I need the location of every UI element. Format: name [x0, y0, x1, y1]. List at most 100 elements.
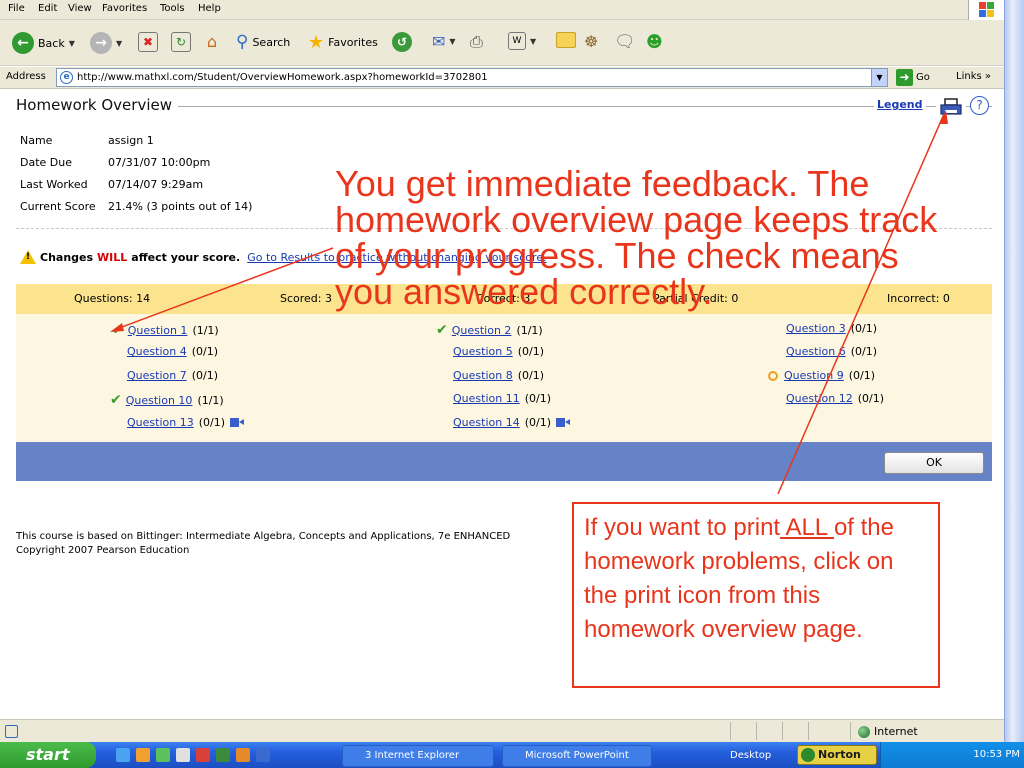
question-score: (0/1): [517, 345, 544, 358]
question-link[interactable]: Question 4: [127, 345, 187, 358]
check-icon: ✔: [110, 392, 122, 408]
warning-prefix: Changes: [40, 250, 94, 264]
callout-text-start: If you want to print: [584, 514, 781, 541]
question-item: Question 13 (0/1): [127, 416, 244, 429]
callout-emphasis: ALL: [780, 514, 834, 541]
discuss-button[interactable]: 🗨: [614, 32, 636, 52]
question-item: Question 11 (0/1): [453, 392, 551, 405]
question-score: (0/1): [524, 392, 551, 405]
question-item: Question 3 (0/1): [786, 322, 877, 335]
clock: 10:53 PM: [973, 749, 1020, 760]
quicklaunch-media-icon[interactable]: [136, 748, 150, 762]
menu-view[interactable]: View: [68, 3, 92, 14]
question-link[interactable]: Question 9: [784, 369, 844, 382]
question-score: (1/1): [516, 323, 543, 337]
taskbar-item-ie[interactable]: 3 Internet Explorer: [342, 745, 494, 767]
chevron-down-icon: ▼: [449, 37, 456, 46]
menu-favorites[interactable]: Favorites: [102, 3, 147, 14]
address-input[interactable]: e http://www.mathxl.com/Student/Overview…: [56, 68, 888, 87]
research-button[interactable]: ☸: [584, 32, 598, 51]
edit-button[interactable]: W ▼: [508, 32, 536, 50]
status-divider: [730, 722, 731, 740]
home-button[interactable]: ⌂: [202, 32, 222, 52]
help-icon[interactable]: ?: [970, 96, 989, 115]
question-link[interactable]: Question 8: [453, 369, 513, 382]
quicklaunch-desktop-icon[interactable]: [176, 748, 190, 762]
forward-button[interactable]: → ▼: [90, 32, 122, 54]
go-button[interactable]: ➜ Go: [896, 69, 930, 86]
chevron-down-icon[interactable]: ▼: [871, 69, 887, 86]
question-link[interactable]: Question 1: [128, 324, 188, 337]
vertical-scrollbar[interactable]: [1004, 0, 1024, 742]
links-button[interactable]: Links »: [956, 71, 991, 82]
video-icon[interactable]: [230, 418, 244, 427]
back-button[interactable]: ← Back ▼: [12, 32, 75, 54]
refresh-button[interactable]: ↻: [171, 32, 191, 52]
quicklaunch-ie-icon[interactable]: [116, 748, 130, 762]
stop-button[interactable]: ✖: [138, 32, 158, 52]
menu-help[interactable]: Help: [198, 3, 221, 14]
globe-icon: [858, 725, 870, 738]
start-button[interactable]: start: [0, 742, 96, 768]
video-icon[interactable]: [556, 418, 570, 427]
address-url[interactable]: http://www.mathxl.com/Student/OverviewHo…: [77, 72, 488, 83]
search-button[interactable]: ⚲ Search: [236, 32, 290, 52]
quicklaunch-powerpoint-icon[interactable]: [196, 748, 210, 762]
question-link[interactable]: Question 2: [452, 324, 512, 337]
question-link[interactable]: Question 13: [127, 416, 194, 429]
question-link[interactable]: Question 3: [786, 322, 846, 335]
question-link[interactable]: Question 14: [453, 416, 520, 429]
mail-icon: ✉: [432, 32, 446, 51]
chevron-down-icon: ▼: [116, 38, 123, 48]
zone-label: Internet: [874, 725, 918, 738]
question-link[interactable]: Question 5: [453, 345, 513, 358]
messenger-button[interactable]: ☻: [646, 32, 663, 51]
quicklaunch-excel-icon[interactable]: [216, 748, 230, 762]
taskbar-item-powerpoint[interactable]: Microsoft PowerPoint: [502, 745, 652, 767]
question-score: (1/1): [192, 323, 219, 337]
info-label: Date Due: [20, 156, 72, 169]
question-item: Question 9 (0/1): [768, 369, 875, 382]
menu-bar: File Edit View Favorites Tools Help: [0, 0, 1004, 20]
folder-button[interactable]: [556, 32, 576, 48]
question-grid: ✔ Question 1 (1/1) ✔ Question 2 (1/1) Qu…: [16, 314, 992, 442]
favorites-label: Favorites: [328, 36, 378, 49]
norton-label: Norton: [818, 748, 861, 761]
quicklaunch-messenger-icon[interactable]: [156, 748, 170, 762]
print-toolbar-button[interactable]: ⎙: [470, 32, 483, 52]
question-item: Question 14 (0/1): [453, 416, 570, 429]
question-score: (0/1): [850, 345, 877, 358]
menu-tools[interactable]: Tools: [160, 3, 185, 14]
menu-edit[interactable]: Edit: [38, 3, 57, 14]
home-icon: ⌂: [206, 32, 218, 51]
favorites-button[interactable]: ★ Favorites: [308, 32, 378, 53]
feedback-annotation: You get immediate feedback. The homework…: [335, 163, 938, 312]
history-button[interactable]: ↺: [392, 32, 412, 52]
mail-button[interactable]: ✉ ▼: [432, 32, 456, 51]
print-icon[interactable]: [936, 98, 966, 116]
question-link[interactable]: Question 7: [127, 369, 187, 382]
quicklaunch-access-icon[interactable]: [236, 748, 250, 762]
norton-check-icon: [801, 748, 815, 762]
question-link[interactable]: Question 10: [126, 394, 193, 407]
summary-questions: Questions: 14: [74, 292, 151, 305]
question-link[interactable]: Question 6: [786, 345, 846, 358]
norton-button[interactable]: Norton: [797, 745, 877, 765]
question-score: (0/1): [850, 322, 877, 335]
question-item: Question 6 (0/1): [786, 345, 877, 358]
question-link[interactable]: Question 12: [786, 392, 853, 405]
question-score: (0/1): [524, 416, 551, 429]
quicklaunch-word-icon[interactable]: [256, 748, 270, 762]
back-label: Back: [38, 36, 65, 50]
info-value: 21.4% (3 points out of 14): [108, 200, 253, 213]
info-value: 07/31/07 10:00pm: [108, 156, 211, 169]
browser-toolbar: ← Back ▼ → ▼ ✖ ↻ ⌂ ⚲ Search ★ Favorites …: [0, 20, 1004, 66]
ok-button[interactable]: OK: [884, 452, 984, 474]
printer-icon: [940, 98, 962, 115]
menu-file[interactable]: File: [8, 3, 25, 14]
desktop-toolbar-label[interactable]: Desktop: [730, 750, 771, 761]
question-link[interactable]: Question 11: [453, 392, 520, 405]
partial-attempt-icon: [768, 370, 778, 381]
back-arrow-icon: ←: [12, 32, 34, 54]
legend-link[interactable]: Legend: [874, 98, 926, 111]
